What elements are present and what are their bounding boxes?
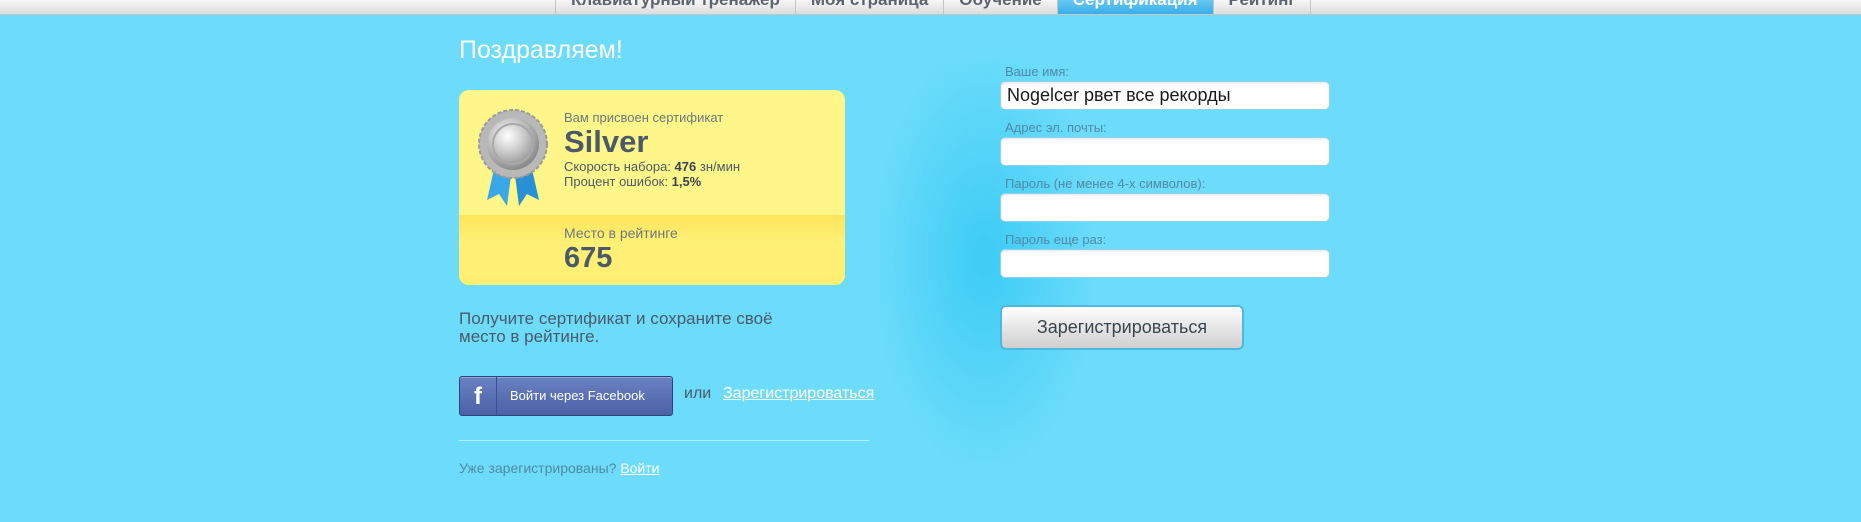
login-link[interactable]: Войти [620, 460, 659, 476]
or-separator: или [684, 385, 712, 402]
page-title: Поздравляем! [459, 36, 623, 64]
email-input[interactable] [1000, 137, 1330, 166]
already-registered: Уже зарегистрированы? Войти [459, 460, 660, 476]
tab-my-page[interactable]: Моя страница [794, 0, 943, 14]
certificate-label: Вам присвоен сертификат [564, 110, 724, 125]
errors-value: 1,5% [671, 174, 702, 189]
password-repeat-input[interactable] [1000, 249, 1330, 278]
register-link[interactable]: Зарегистрироваться [723, 385, 874, 403]
name-label: Ваше имя: [1005, 64, 1070, 79]
name-input[interactable] [1000, 81, 1330, 110]
tab-certification[interactable]: Сертификация [1056, 0, 1213, 14]
main-nav: Клавиатурный тренажер Моя страница Обуче… [555, 0, 1312, 14]
tab-learning[interactable]: Обучение [943, 0, 1056, 14]
rank-label: Место в рейтинге [564, 225, 678, 241]
promo-text: Получите сертификат и сохраните своё мес… [459, 309, 773, 346]
rank-value: 675 [564, 242, 613, 274]
tab-keyboard-trainer[interactable]: Клавиатурный тренажер [555, 0, 795, 14]
facebook-login-button[interactable]: f Войти через Facebook [459, 376, 673, 416]
medal-icon [478, 109, 548, 206]
speed-label: Скорость набора: [564, 159, 671, 174]
register-submit-button[interactable]: Зарегистрироваться [1000, 305, 1244, 350]
certificate-level: Silver [564, 124, 649, 159]
errors-label: Процент ошибок: [564, 174, 668, 189]
certificate-card: Вам присвоен сертификат Silver Скорость … [459, 90, 845, 285]
speed-value: 476 [674, 159, 697, 174]
password-repeat-label: Пароль еще раз: [1005, 232, 1107, 247]
speed-line: Скорость набора: 476 зн/мин [564, 159, 740, 174]
errors-line: Процент ошибок: 1,5% [564, 174, 701, 189]
facebook-button-label: Войти через Facebook [510, 388, 645, 403]
speed-unit: зн/мин [699, 159, 741, 174]
password-label: Пароль (не менее 4-х символов): [1005, 176, 1206, 191]
already-registered-text: Уже зарегистрированы? [459, 460, 617, 476]
facebook-icon: f [460, 377, 497, 415]
password-input[interactable] [1000, 193, 1330, 222]
top-navigation-bar: Клавиатурный тренажер Моя страница Обуче… [0, 0, 1861, 15]
email-label: Адрес эл. почты: [1005, 120, 1107, 135]
tab-rating[interactable]: Рейтинг [1212, 0, 1312, 14]
divider [459, 440, 869, 441]
